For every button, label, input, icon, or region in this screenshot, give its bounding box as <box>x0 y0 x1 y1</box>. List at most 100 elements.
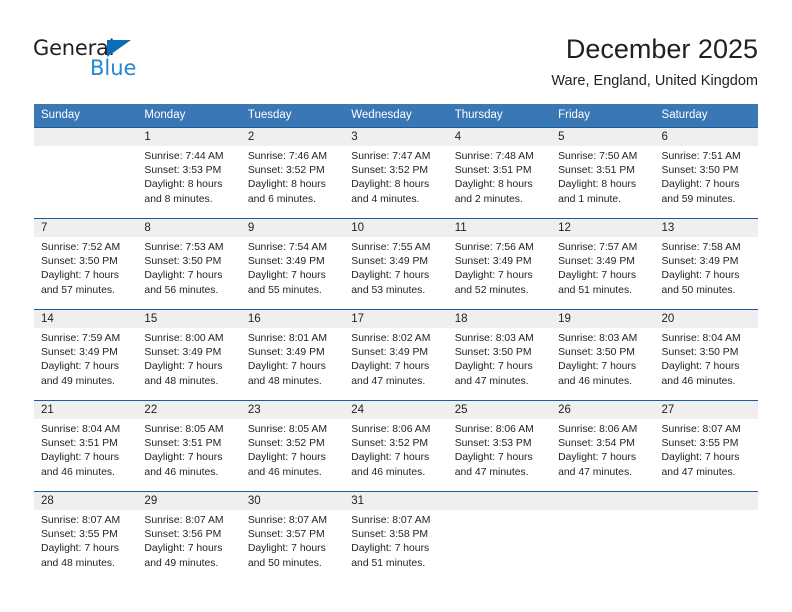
daylight-duration-line1: Daylight: 7 hours <box>351 543 430 555</box>
daylight-duration-line2: and 47 minutes. <box>454 375 529 387</box>
day-cell[interactable]: 4 Sunrise: 7:48 AM Sunset: 3:51 PM Daylight… <box>447 127 552 219</box>
sunset-time: Sunset: 3:52 PM <box>351 438 429 450</box>
sunrise-time: Sunrise: 7:48 AM <box>454 151 534 162</box>
sunset-time: Sunset: 3:50 PM <box>558 347 635 359</box>
day-cell[interactable]: 28 Sunrise: 8:07 AM Sunset: 3:55 PM Dayligh… <box>34 491 138 582</box>
weekday-header-tuesday: Tuesday <box>240 104 345 128</box>
daylight-duration-line2: and 59 minutes. <box>661 193 736 205</box>
day-number: 31 <box>344 492 448 510</box>
calendar-week-row: 1 Sunrise: 7:44 AM Sunset: 3:53 PM Daylight… <box>34 127 758 219</box>
day-cell-content: 10 Sunrise: 7:55 AM Sunset: 3:49 PM Dayligh… <box>344 219 448 309</box>
day-number: 13 <box>654 219 758 237</box>
sunset-time: Sunset: 3:58 PM <box>351 529 429 541</box>
day-cell-content: 24 Sunrise: 8:06 AM Sunset: 3:52 PM Dayligh… <box>344 401 448 491</box>
sun-info: Sunrise: 8:07 AM Sunset: 3:57 PM Daylight:… <box>241 510 344 571</box>
day-cell[interactable]: 18 Sunrise: 8:03 AM Sunset: 3:50 PM Dayligh… <box>447 309 552 401</box>
sunset-time: Sunset: 3:56 PM <box>144 529 222 541</box>
day-cell[interactable]: 6 Sunrise: 7:51 AM Sunset: 3:50 PM Daylight… <box>654 127 758 219</box>
day-cell-content: 19 Sunrise: 8:03 AM Sunset: 3:50 PM Dayligh… <box>551 310 655 400</box>
day-cell[interactable]: 31 Sunrise: 8:07 AM Sunset: 3:58 PM Dayligh… <box>344 491 448 582</box>
day-cell[interactable]: 30 Sunrise: 8:07 AM Sunset: 3:57 PM Dayligh… <box>240 491 345 582</box>
day-number: 26 <box>551 401 655 419</box>
daylight-duration-line1: Daylight: 7 hours <box>351 452 430 464</box>
day-number: 3 <box>344 128 448 146</box>
sunrise-time: Sunrise: 7:51 AM <box>661 151 741 162</box>
sun-info: Sunrise: 7:56 AM Sunset: 3:49 PM Daylight:… <box>448 237 551 298</box>
day-cell[interactable]: 29 Sunrise: 8:07 AM Sunset: 3:56 PM Dayligh… <box>137 491 241 582</box>
daylight-duration-line1: Daylight: 7 hours <box>351 270 430 282</box>
sunrise-time: Sunrise: 8:06 AM <box>558 424 638 435</box>
day-number: 17 <box>344 310 448 328</box>
daylight-duration-line1: Daylight: 7 hours <box>661 179 740 191</box>
day-cell[interactable]: 1 Sunrise: 7:44 AM Sunset: 3:53 PM Daylight… <box>137 127 241 219</box>
sunset-time: Sunset: 3:55 PM <box>661 438 739 450</box>
day-cell[interactable]: 20 Sunrise: 8:04 AM Sunset: 3:50 PM Dayligh… <box>654 309 758 401</box>
sunset-time: Sunset: 3:50 PM <box>661 347 739 359</box>
day-cell-content <box>34 128 138 218</box>
daylight-duration-line2: and 48 minutes. <box>247 375 322 387</box>
sunset-time: Sunset: 3:51 PM <box>454 165 532 177</box>
sunrise-time: Sunrise: 7:57 AM <box>558 242 638 253</box>
sunset-time: Sunset: 3:53 PM <box>144 165 222 177</box>
daylight-duration-line1: Daylight: 8 hours <box>144 179 223 191</box>
title-block: December 2025 Ware, England, United King… <box>551 33 758 91</box>
daylight-duration-line1: Daylight: 7 hours <box>247 543 326 555</box>
sun-info: Sunrise: 8:03 AM Sunset: 3:50 PM Daylight:… <box>551 328 654 389</box>
day-cell[interactable]: 24 Sunrise: 8:06 AM Sunset: 3:52 PM Dayligh… <box>344 400 448 492</box>
generalblue-logo[interactable]: General Blue <box>33 38 153 86</box>
day-cell[interactable]: 14 Sunrise: 7:59 AM Sunset: 3:49 PM Dayligh… <box>34 309 138 401</box>
day-cell[interactable]: 23 Sunrise: 8:05 AM Sunset: 3:52 PM Dayligh… <box>240 400 345 492</box>
day-cell-content: 17 Sunrise: 8:02 AM Sunset: 3:49 PM Dayligh… <box>344 310 448 400</box>
day-cell[interactable]: 13 Sunrise: 7:58 AM Sunset: 3:49 PM Dayligh… <box>654 218 758 310</box>
daylight-duration-line2: and 48 minutes. <box>144 375 219 387</box>
sunrise-time: Sunrise: 7:59 AM <box>41 333 121 344</box>
logo-text-blue: Blue <box>90 56 137 80</box>
day-cell[interactable]: 10 Sunrise: 7:55 AM Sunset: 3:49 PM Dayligh… <box>344 218 448 310</box>
sun-info: Sunrise: 8:05 AM Sunset: 3:52 PM Daylight:… <box>241 419 344 480</box>
weekday-header-friday: Friday <box>551 104 655 128</box>
day-cell[interactable]: 15 Sunrise: 8:00 AM Sunset: 3:49 PM Dayligh… <box>137 309 241 401</box>
sun-info: Sunrise: 8:07 AM Sunset: 3:55 PM Daylight:… <box>34 510 137 571</box>
day-cell[interactable]: 27 Sunrise: 8:07 AM Sunset: 3:55 PM Dayligh… <box>654 400 758 492</box>
page-subtitle: Ware, England, United Kingdom <box>551 73 758 89</box>
day-cell[interactable]: 11 Sunrise: 7:56 AM Sunset: 3:49 PM Dayligh… <box>447 218 552 310</box>
sunset-time: Sunset: 3:49 PM <box>247 256 325 268</box>
sunrise-time: Sunrise: 7:47 AM <box>351 151 431 162</box>
day-number <box>447 492 552 510</box>
sunrise-time: Sunrise: 8:07 AM <box>247 515 327 526</box>
day-cell[interactable]: 9 Sunrise: 7:54 AM Sunset: 3:49 PM Daylight… <box>240 218 345 310</box>
day-cell[interactable]: 12 Sunrise: 7:57 AM Sunset: 3:49 PM Dayligh… <box>551 218 655 310</box>
day-cell[interactable]: 25 Sunrise: 8:06 AM Sunset: 3:53 PM Dayligh… <box>447 400 552 492</box>
sunrise-time: Sunrise: 7:54 AM <box>247 242 327 253</box>
day-cell[interactable]: 2 Sunrise: 7:46 AM Sunset: 3:52 PM Daylight… <box>240 127 345 219</box>
daylight-duration-line2: and 46 minutes. <box>144 466 219 478</box>
sun-info: Sunrise: 7:54 AM Sunset: 3:49 PM Daylight:… <box>241 237 344 298</box>
day-number: 23 <box>240 401 345 419</box>
daylight-duration-line2: and 49 minutes. <box>41 375 115 387</box>
daylight-duration-line2: and 46 minutes. <box>247 466 322 478</box>
sun-info: Sunrise: 8:07 AM Sunset: 3:55 PM Daylight:… <box>655 419 758 480</box>
calendar-week-row: 14 Sunrise: 7:59 AM Sunset: 3:49 PM Dayligh… <box>34 309 758 401</box>
day-cell[interactable]: 19 Sunrise: 8:03 AM Sunset: 3:50 PM Dayligh… <box>551 309 655 401</box>
day-cell[interactable]: 26 Sunrise: 8:06 AM Sunset: 3:54 PM Dayligh… <box>551 400 655 492</box>
day-cell[interactable]: 21 Sunrise: 8:04 AM Sunset: 3:51 PM Dayligh… <box>34 400 138 492</box>
daylight-duration-line2: and 57 minutes. <box>41 284 115 296</box>
day-number: 20 <box>654 310 758 328</box>
day-cell[interactable]: 8 Sunrise: 7:53 AM Sunset: 3:50 PM Daylight… <box>137 218 241 310</box>
day-cell[interactable]: 17 Sunrise: 8:02 AM Sunset: 3:49 PM Dayligh… <box>344 309 448 401</box>
day-cell[interactable]: 3 Sunrise: 7:47 AM Sunset: 3:52 PM Daylight… <box>344 127 448 219</box>
day-cell-content: 31 Sunrise: 8:07 AM Sunset: 3:58 PM Dayligh… <box>344 492 448 582</box>
sunrise-time: Sunrise: 8:00 AM <box>144 333 224 344</box>
sunset-time: Sunset: 3:49 PM <box>41 347 118 359</box>
day-cell[interactable]: 7 Sunrise: 7:52 AM Sunset: 3:50 PM Daylight… <box>34 218 138 310</box>
sun-info: Sunrise: 8:06 AM Sunset: 3:52 PM Daylight:… <box>344 419 447 480</box>
day-cell[interactable]: 5 Sunrise: 7:50 AM Sunset: 3:51 PM Daylight… <box>551 127 655 219</box>
daylight-duration-line2: and 47 minutes. <box>558 466 633 478</box>
day-cell-empty <box>447 491 552 582</box>
sunset-time: Sunset: 3:49 PM <box>351 256 429 268</box>
day-cell[interactable]: 22 Sunrise: 8:05 AM Sunset: 3:51 PM Dayligh… <box>137 400 241 492</box>
day-cell-content: 29 Sunrise: 8:07 AM Sunset: 3:56 PM Dayligh… <box>137 492 241 582</box>
weekday-header-wednesday: Wednesday <box>344 104 448 128</box>
day-number: 27 <box>654 401 758 419</box>
day-cell[interactable]: 16 Sunrise: 8:01 AM Sunset: 3:49 PM Dayligh… <box>240 309 345 401</box>
